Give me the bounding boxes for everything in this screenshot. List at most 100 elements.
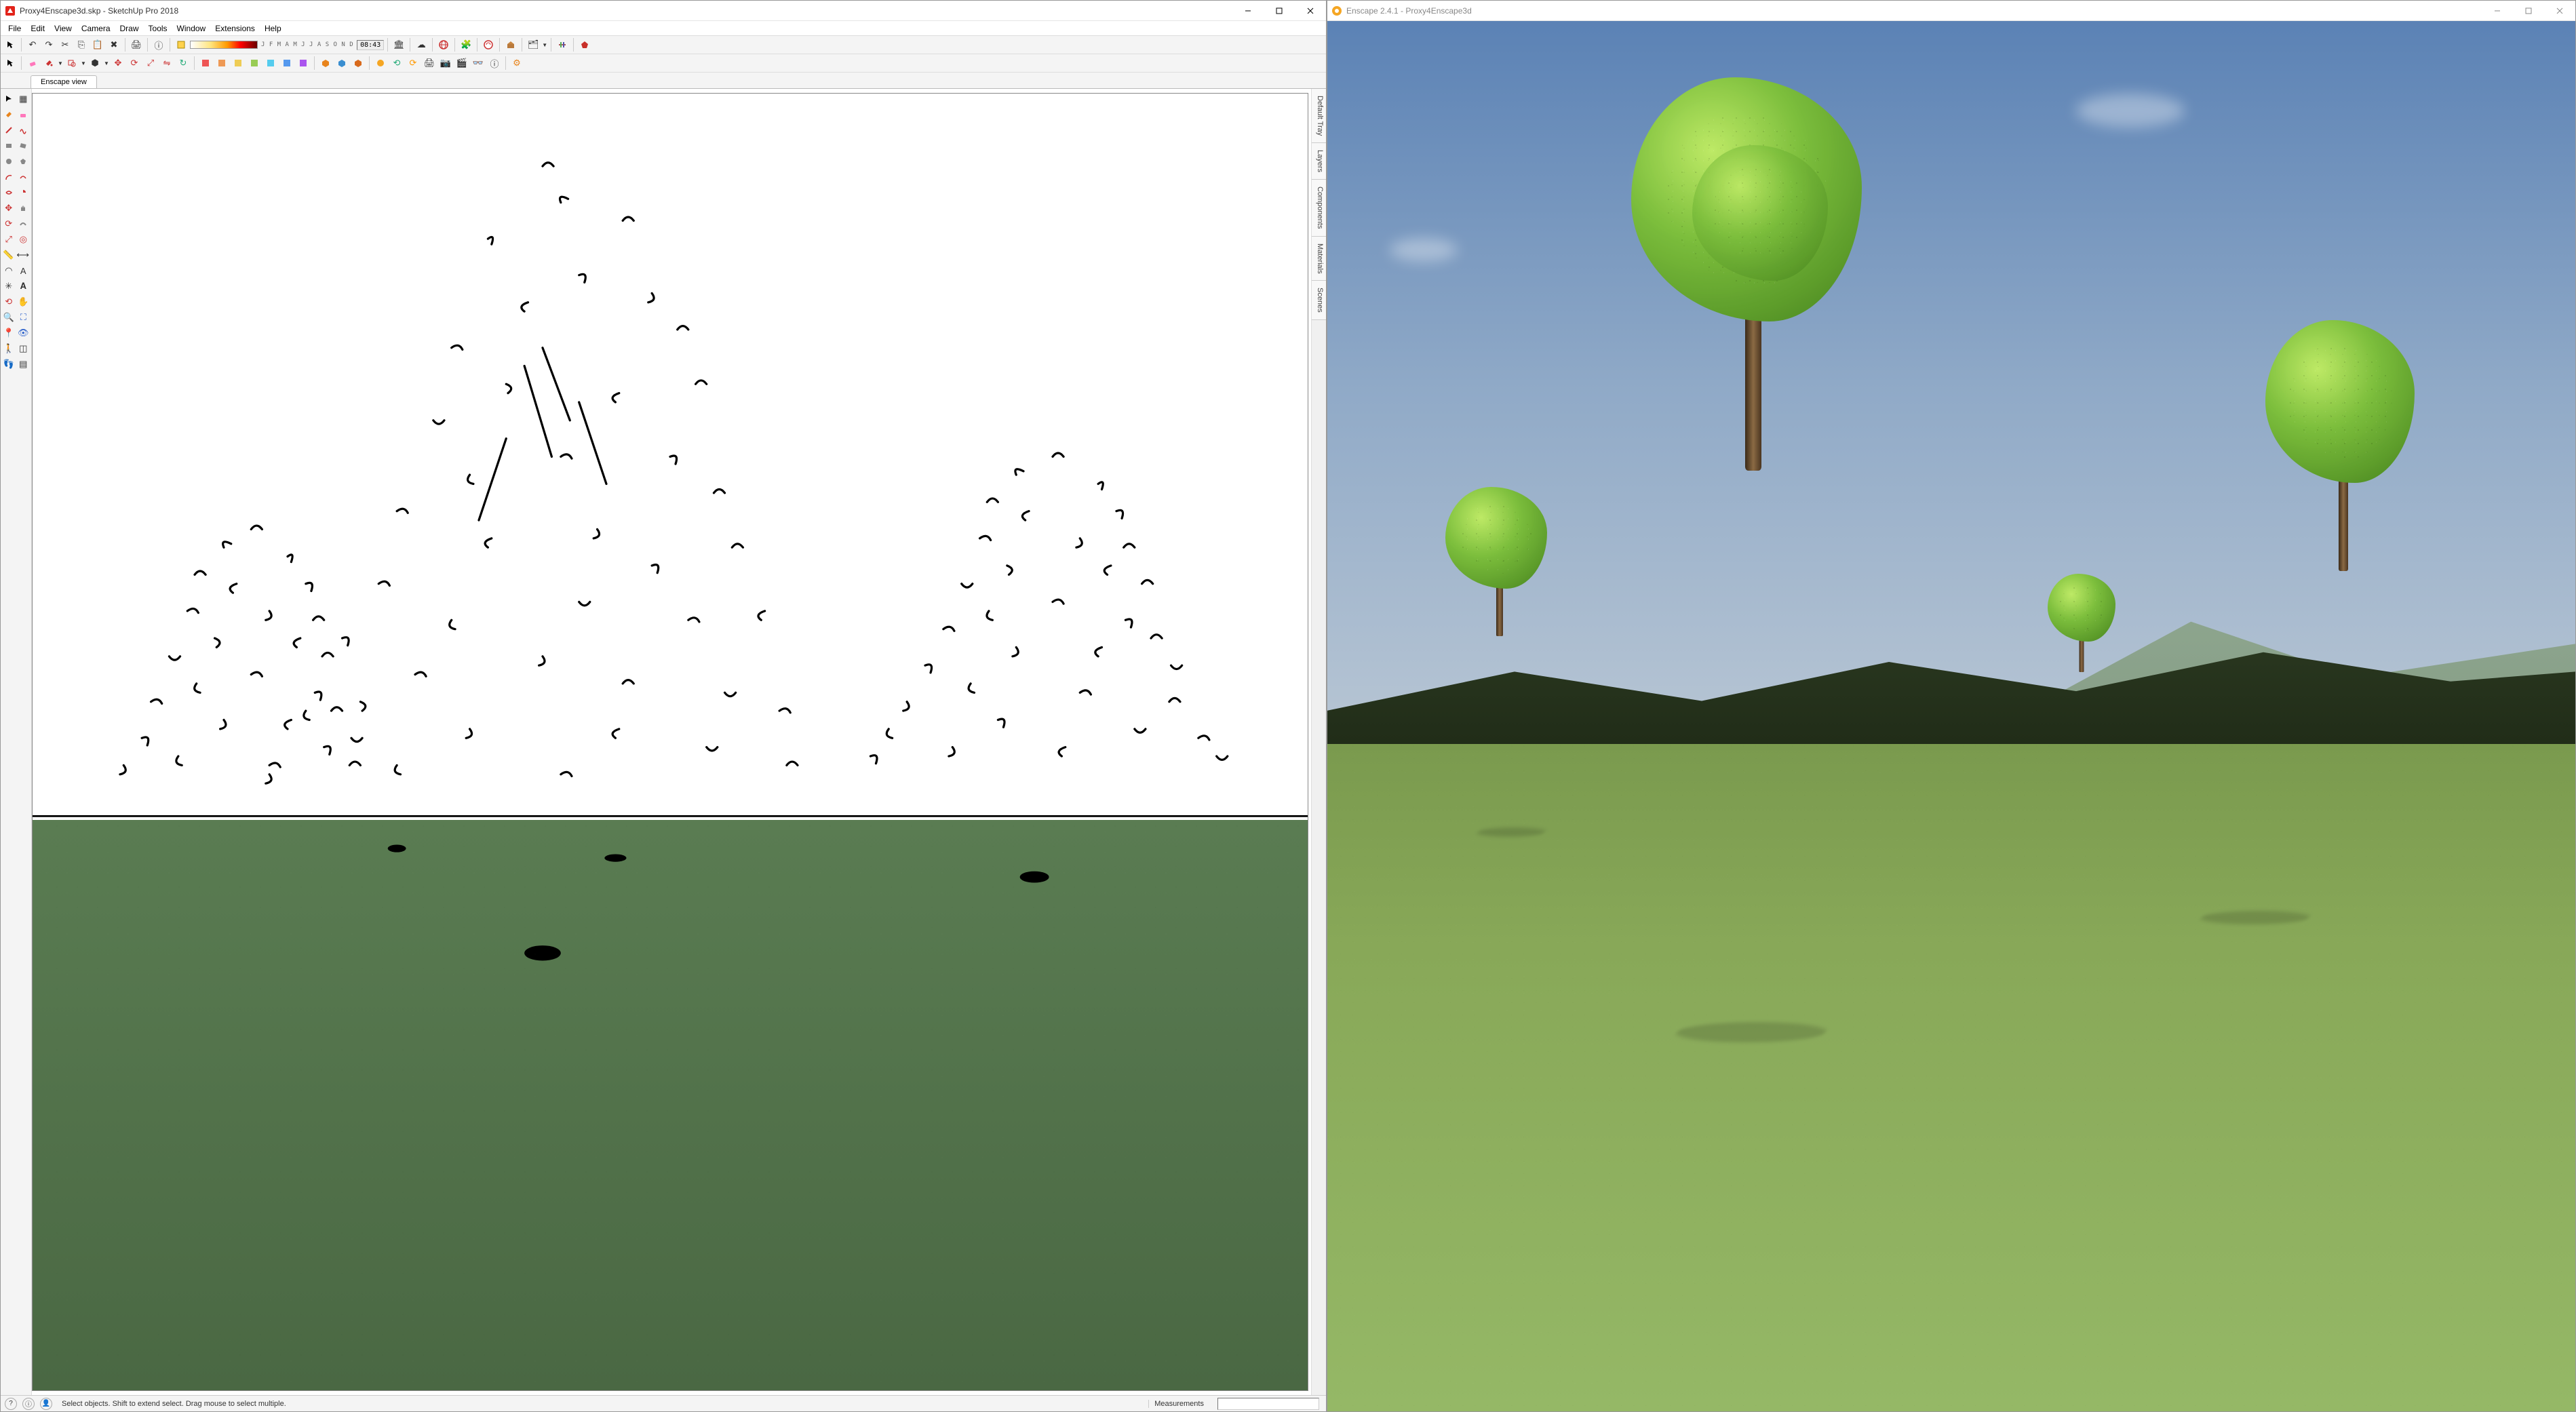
enscape-live-icon[interactable]: ⟳ [406, 56, 421, 71]
tool-eraser-icon[interactable] [17, 107, 31, 122]
paint-bucket-icon[interactable] [41, 56, 56, 71]
tool-select-icon[interactable] [2, 92, 16, 106]
render-btn-2-icon[interactable] [214, 56, 229, 71]
tool-polygon-icon[interactable] [17, 154, 31, 169]
tool-dimension-icon[interactable]: ⟷ [16, 248, 30, 262]
mirror-icon[interactable]: ⇋ [159, 56, 174, 71]
paint-dropdown-icon[interactable]: ▼ [58, 60, 63, 66]
tray-tab-scenes[interactable]: Scenes [1312, 281, 1326, 320]
shadow-gradient-bar[interactable] [190, 41, 258, 49]
render-btn-4-icon[interactable] [247, 56, 262, 71]
globe-rw-icon[interactable] [481, 37, 496, 52]
tool-paint-icon[interactable] [2, 107, 16, 122]
pointer-icon[interactable] [3, 56, 18, 71]
tray-tab-components[interactable]: Components [1312, 180, 1326, 236]
cut-icon[interactable]: ✂ [58, 37, 73, 52]
tool-3pt-arc-icon[interactable] [2, 185, 16, 200]
tool-tape-icon[interactable]: 📏 [2, 248, 14, 262]
enscape-video-icon[interactable]: 🎬 [454, 56, 469, 71]
shadow-toggle-icon[interactable] [174, 37, 189, 52]
tool-text-icon[interactable]: A [17, 263, 31, 278]
shape-tools-icon[interactable] [64, 56, 79, 71]
enscape-start-icon[interactable] [373, 56, 388, 71]
scale-copy-icon[interactable]: ⤢ [143, 56, 158, 71]
delete-icon[interactable]: ✖ [106, 37, 121, 52]
menu-file[interactable]: File [3, 22, 26, 35]
warehouse-icon[interactable]: 🏛 [391, 37, 406, 52]
tray-tab-default[interactable]: Default Tray [1312, 89, 1326, 143]
tool-look-around-icon[interactable]: 👁 [17, 326, 31, 340]
rotate-copy-icon[interactable]: ⟳ [127, 56, 142, 71]
shape-dropdown-icon[interactable]: ▼ [81, 60, 86, 66]
stamp-icon[interactable]: ⬢ [87, 56, 102, 71]
undo-icon[interactable]: ↶ [25, 37, 40, 52]
enscape-viewport[interactable] [1327, 21, 2575, 1411]
enscape-vr-icon[interactable]: 👓 [471, 56, 486, 71]
tool-protractor-icon[interactable]: ◠ [2, 263, 16, 278]
menu-view[interactable]: View [50, 22, 77, 35]
cube-orange2-icon[interactable] [351, 56, 366, 71]
cube-blue-icon[interactable] [334, 56, 349, 71]
extension-warehouse-icon[interactable]: 🧩 [458, 37, 473, 52]
tool-rectangle-icon[interactable] [2, 138, 16, 153]
cube-orange-icon[interactable] [318, 56, 333, 71]
stamp-dropdown-icon[interactable]: ▼ [104, 60, 109, 66]
tray-tab-materials[interactable]: Materials [1312, 237, 1326, 281]
tool-zoom-extents-icon[interactable]: ⛶ [17, 310, 31, 325]
tool-walk2-icon[interactable]: 👣 [2, 357, 16, 372]
shadow-time-box[interactable]: 08:43 [357, 40, 384, 50]
tool-circle-icon[interactable] [2, 154, 16, 169]
tool-rotated-rect-icon[interactable] [17, 138, 31, 153]
maximize-button-right[interactable] [2513, 1, 2544, 21]
tool-rotate-icon[interactable]: ⟳ [2, 216, 16, 231]
tool-move-icon[interactable]: ✥ [2, 201, 16, 216]
menu-draw[interactable]: Draw [115, 22, 144, 35]
tray-tab-layers[interactable]: Layers [1312, 143, 1326, 180]
month-strip[interactable]: J F M A M J J A S O N D [259, 41, 355, 48]
sketchup-viewport[interactable] [32, 93, 1308, 1391]
menu-window[interactable]: Window [172, 22, 211, 35]
tool-position-camera-icon[interactable]: 📍 [2, 326, 16, 340]
tool-section2-icon[interactable]: ▤ [17, 357, 31, 372]
cloud-icon[interactable]: ☁ [414, 37, 429, 52]
help-icon[interactable]: ? [5, 1398, 17, 1410]
menu-tools[interactable]: Tools [144, 22, 172, 35]
print-icon[interactable]: 🖨 [129, 37, 144, 52]
tool-walk-icon[interactable]: 🚶 [2, 341, 16, 356]
tool-2pt-arc-icon[interactable] [17, 170, 31, 184]
copy-icon[interactable]: ⎘ [74, 37, 89, 52]
select-arrow-icon[interactable] [3, 37, 18, 52]
profile-builder-icon[interactable] [503, 37, 518, 52]
info-status-icon[interactable]: ⓘ [22, 1398, 35, 1410]
render-btn-6-icon[interactable] [279, 56, 294, 71]
reload-icon[interactable]: ↻ [176, 56, 191, 71]
close-button-right[interactable] [2544, 1, 2575, 21]
tool-component-icon[interactable]: ▦ [17, 92, 31, 106]
tool-pan-icon[interactable]: ✋ [17, 294, 31, 309]
tool-scale-icon[interactable]: ⤢ [2, 232, 16, 247]
enscape-settings-icon[interactable]: ⚙ [509, 56, 524, 71]
layers-icon[interactable]: 🗂 [526, 37, 541, 52]
maximize-button[interactable] [1264, 1, 1295, 21]
render-btn-1-icon[interactable] [198, 56, 213, 71]
tool-line-icon[interactable] [2, 123, 16, 138]
paste-icon[interactable]: 📋 [90, 37, 105, 52]
model-info-icon[interactable]: ⓘ [151, 37, 166, 52]
minimize-button[interactable] [1232, 1, 1264, 21]
menu-extensions[interactable]: Extensions [210, 22, 260, 35]
globe-icon[interactable] [436, 37, 451, 52]
tool-orbit-icon[interactable]: ⟲ [2, 294, 16, 309]
render-btn-3-icon[interactable] [231, 56, 246, 71]
enscape-info-icon[interactable]: ⓘ [487, 56, 502, 71]
measurements-input[interactable] [1217, 1398, 1319, 1410]
person-status-icon[interactable]: 👤 [40, 1398, 52, 1410]
tool-zoom-icon[interactable]: 🔍 [2, 310, 16, 325]
tool-section-icon[interactable]: ◫ [17, 341, 31, 356]
render-btn-5-icon[interactable] [263, 56, 278, 71]
render-btn-7-icon[interactable] [296, 56, 311, 71]
tool-followme-icon[interactable] [17, 216, 31, 231]
menu-help[interactable]: Help [260, 22, 286, 35]
tool-offset-icon[interactable]: ◎ [17, 232, 31, 247]
tool-pie-icon[interactable] [17, 185, 31, 200]
layers-dropdown-icon[interactable]: ▼ [542, 42, 547, 48]
